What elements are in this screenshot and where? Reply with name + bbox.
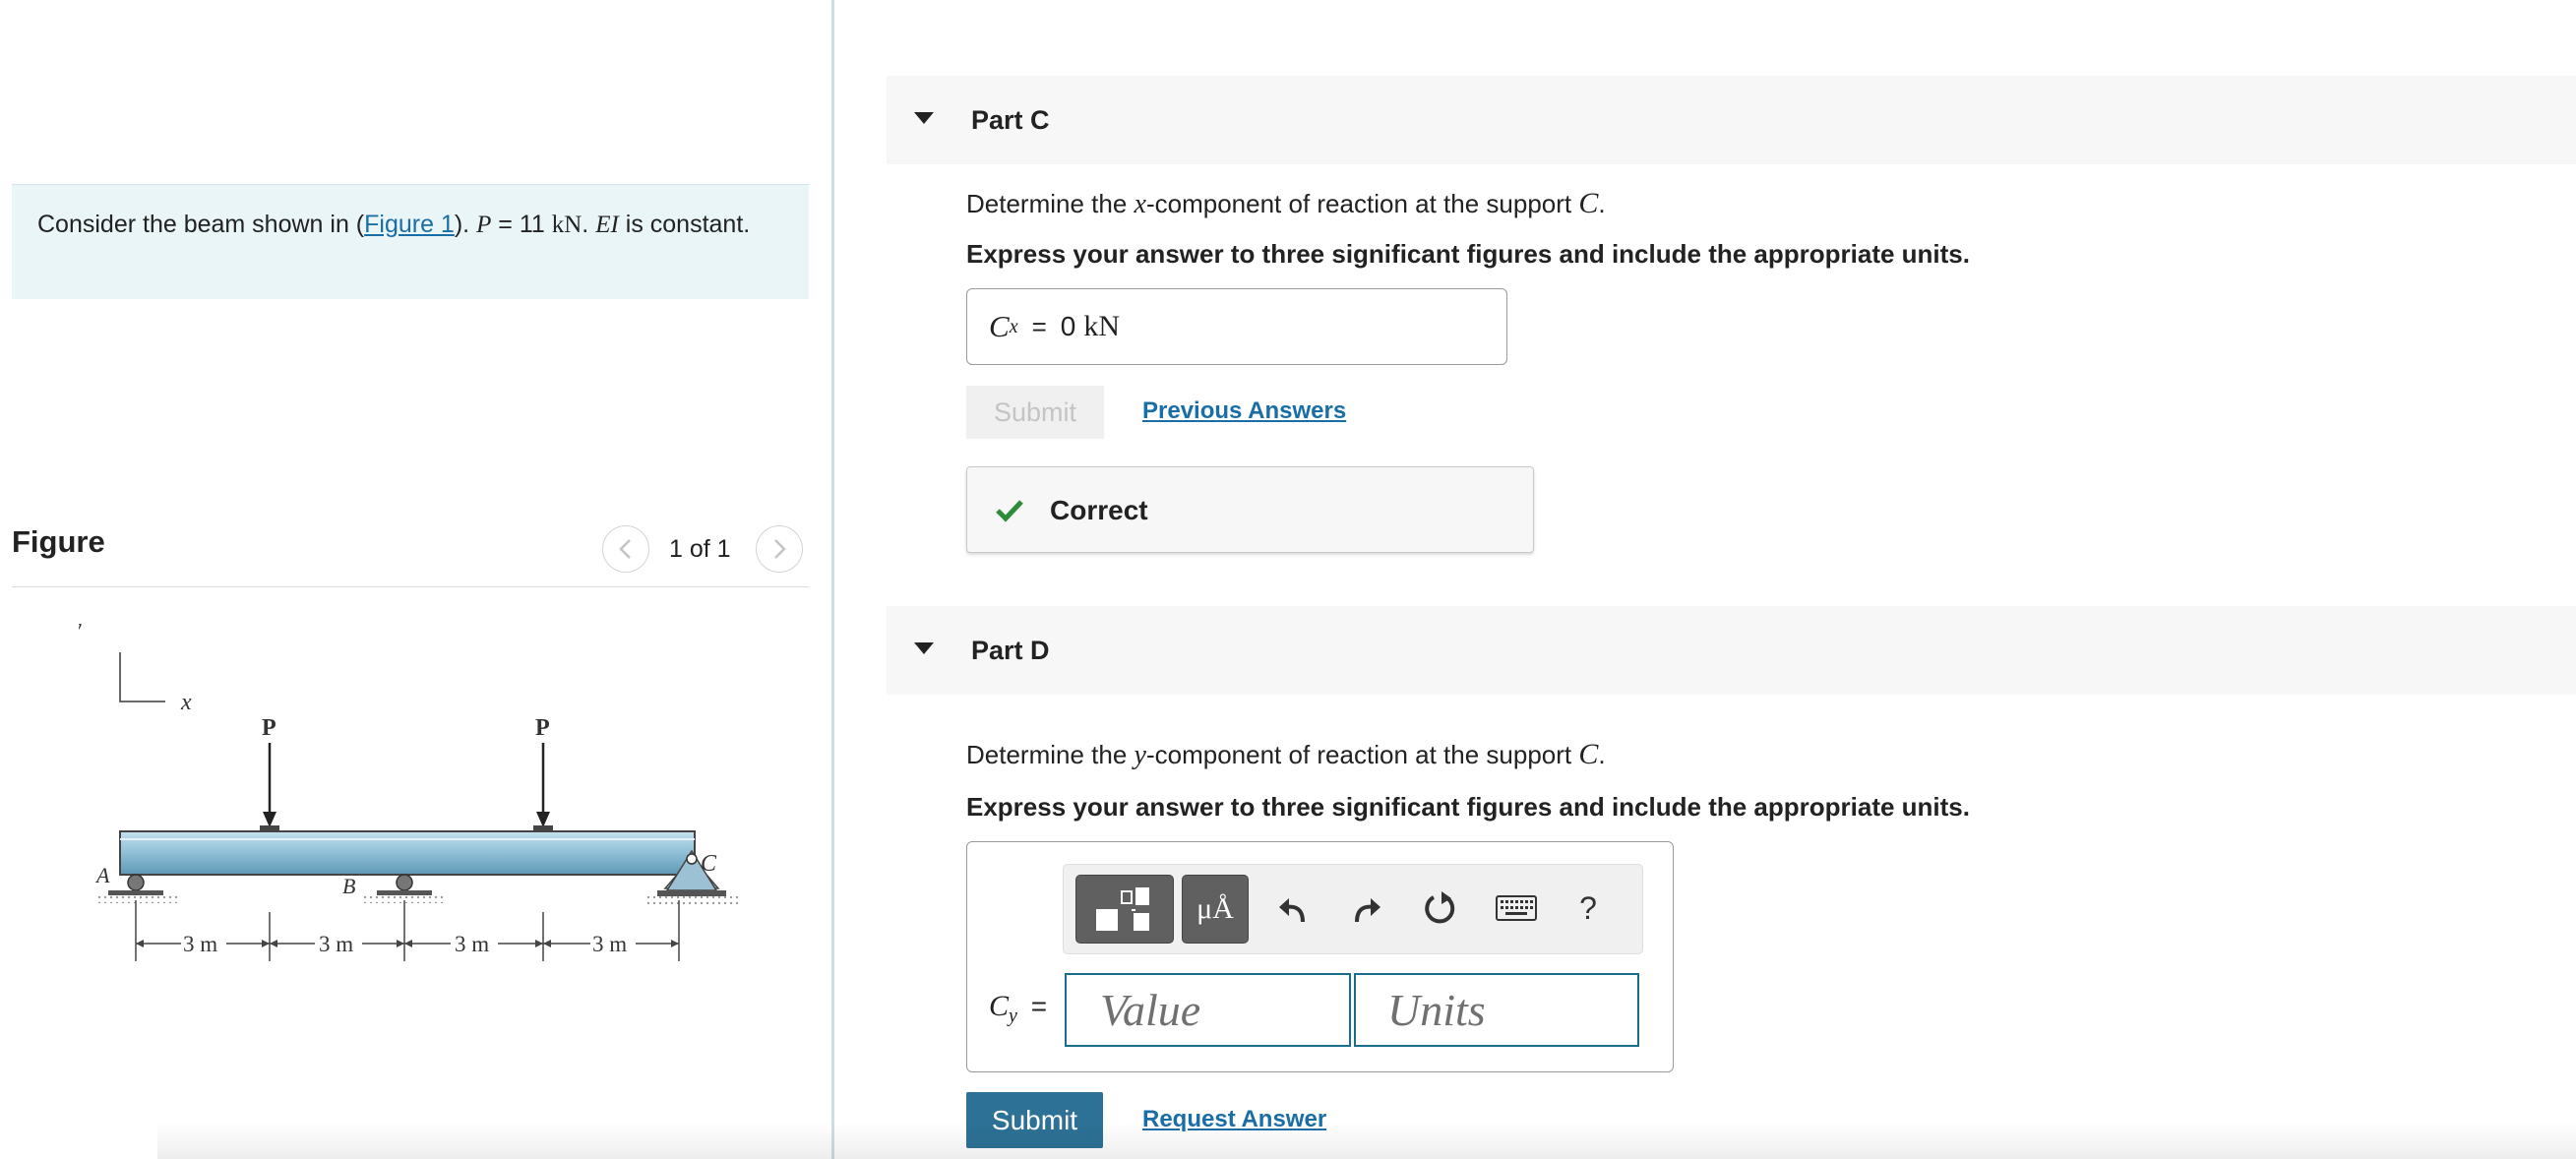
answer-symbol: C [989, 309, 1010, 343]
part-c-title: Part C [971, 105, 1050, 135]
caret-down-icon [914, 112, 934, 124]
support-label-b: B [342, 874, 355, 898]
previous-figure-button[interactable] [602, 525, 649, 573]
value-input[interactable] [1065, 973, 1351, 1047]
axes-lines [119, 652, 165, 702]
problem-text-before: Consider the beam shown in ( [37, 211, 365, 238]
answer-equals: = [1031, 311, 1047, 341]
problem-period: . [582, 211, 596, 238]
problem-text-after-link: ). [454, 211, 477, 238]
keyboard-button[interactable] [1487, 881, 1546, 936]
part-c-header[interactable]: Part C [887, 76, 2576, 164]
units-input[interactable] [1354, 973, 1639, 1047]
support-label-c: C [701, 851, 717, 877]
correct-feedback: Correct [966, 466, 1534, 553]
problem-text-end: is constant. [618, 211, 751, 238]
beam-figure: y x P P A B C [79, 615, 738, 961]
bottom-shadow [157, 1122, 2576, 1159]
next-figure-button[interactable] [756, 525, 803, 573]
templates-button[interactable] [1075, 875, 1174, 944]
figure-divider [12, 586, 809, 587]
p-equals: = 11 [491, 211, 552, 238]
part-d-header[interactable]: Part D [887, 606, 2576, 695]
undo-button[interactable] [1265, 881, 1320, 936]
left-panel: Consider the beam shown in (Figure 1). P… [0, 0, 831, 1159]
figure-counter: 1 of 1 [669, 535, 731, 563]
figure-link[interactable]: Figure 1 [364, 211, 455, 238]
keyboard-icon [1496, 895, 1537, 921]
dimension-label-1: 3 m [183, 932, 217, 956]
chevron-left-icon [619, 539, 631, 559]
redo-button[interactable] [1339, 881, 1394, 936]
answer-subscript: x [1009, 315, 1018, 337]
answer-value: 0 [1060, 311, 1076, 341]
chevron-right-icon [774, 539, 786, 559]
checkmark-icon [996, 500, 1023, 522]
part-c-submit-button[interactable]: Submit [966, 386, 1104, 439]
help-button[interactable]: ? [1561, 881, 1616, 936]
figure-heading: Figure [12, 524, 105, 559]
answer-unit: kN [1083, 310, 1121, 342]
dimension-label-2: 3 m [319, 932, 353, 956]
support-b-roller [396, 874, 413, 891]
cy-label: Cy = [989, 990, 1048, 1027]
part-d-title: Part D [971, 636, 1050, 665]
correct-label: Correct [1050, 495, 1148, 525]
part-c-prompt: Determine the x-component of reaction at… [966, 187, 1606, 219]
load-arrowhead-2 [536, 812, 550, 827]
load-label-1: P [262, 715, 276, 741]
support-a-roller [127, 874, 145, 891]
load-arrowhead-1 [263, 812, 276, 827]
load-label-2: P [535, 715, 550, 741]
part-d-prompt: Determine the y-component of reaction at… [966, 738, 1606, 770]
ei-symbol: EI [595, 212, 619, 238]
undo-icon [1279, 898, 1305, 923]
previous-answers-link[interactable]: Previous Answers [1142, 397, 1346, 425]
templates-icon [1096, 887, 1149, 931]
support-label-a: A [94, 863, 110, 887]
part-c-answer-display: Cx = 0 kN [966, 288, 1507, 365]
redo-icon [1355, 898, 1380, 923]
math-toolbar: μÅ ? [1063, 864, 1643, 954]
y-axis-label: y [79, 615, 82, 640]
p-unit: kN [551, 212, 583, 238]
dimension-label-3: 3 m [455, 932, 489, 956]
symbols-button[interactable]: μÅ [1182, 875, 1249, 944]
reset-icon [1425, 891, 1455, 924]
x-axis-label: x [180, 690, 192, 715]
dimension-label-4: 3 m [592, 932, 627, 956]
caret-down-icon [914, 642, 934, 654]
reset-button[interactable] [1413, 881, 1468, 936]
beam [119, 830, 696, 876]
p-symbol: P [476, 212, 492, 238]
part-d-instruction: Express your answer to three significant… [966, 792, 1970, 822]
part-c-instruction: Express your answer to three significant… [966, 239, 1970, 269]
panel-divider[interactable] [831, 0, 834, 1159]
problem-statement: Consider the beam shown in (Figure 1). P… [12, 184, 809, 299]
